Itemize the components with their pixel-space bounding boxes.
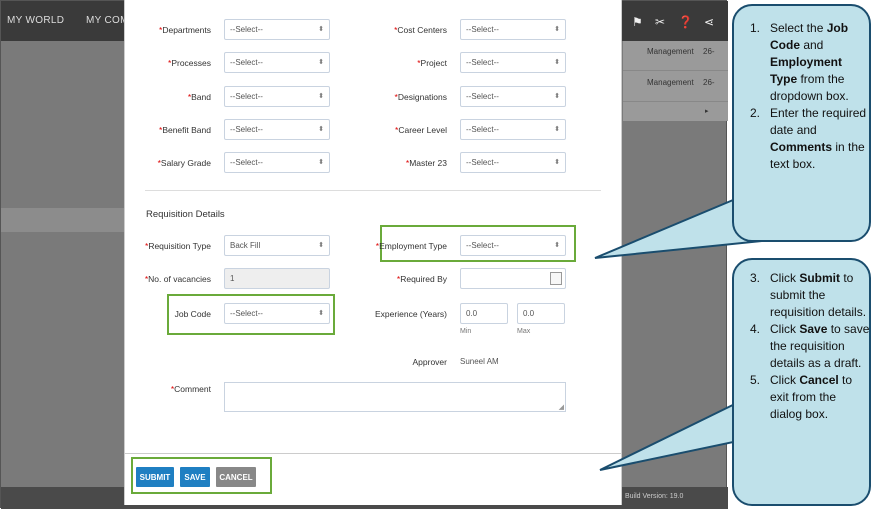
callout-step-3: 3. Click Submit to submit the requisitio… [750,271,867,319]
callout-bottom-list: 3. Click Submit to submit the requisitio… [750,270,870,423]
callout-bottom-pointer [599,398,744,471]
callout-step-4: 4. Click Save to save the requisition de… [750,322,870,370]
callout-step-1: 1. Select the Job Code and Employment Ty… [750,21,849,103]
tutorial-frame: MY WORLD MY COMPA ⚑ ✂ ❓ ⋖ Management 26-… [0,0,878,521]
callout-top-list: 1. Select the Job Code and Employment Ty… [750,20,868,173]
callout-top: 1. Select the Job Code and Employment Ty… [732,4,871,242]
callout-bottom: 3. Click Submit to submit the requisitio… [732,258,871,506]
callout-step-2: 2. Enter the required date and Comments … [750,106,867,171]
callout-step-5: 5. Click Cancel to exit from the dialog … [750,373,853,421]
